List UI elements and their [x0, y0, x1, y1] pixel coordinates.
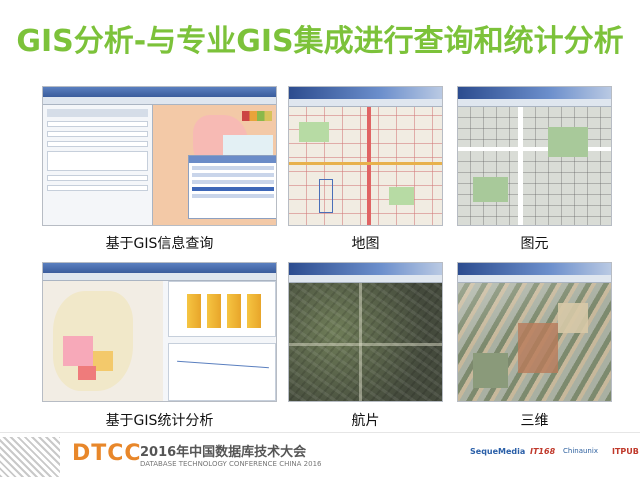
- slide-title: GIS分析-与专业GIS集成进行查询和统计分析: [16, 24, 624, 59]
- decorative-dots-icon: [0, 437, 60, 477]
- sponsor-sequemedia: SequeMedia: [470, 447, 526, 456]
- caption-vector-map: 图元: [520, 236, 549, 252]
- caption-gis-query: 基于GIS信息查询: [105, 236, 214, 252]
- caption-street-map: 地图: [351, 236, 380, 252]
- conference-title-en: DATABASE TECHNOLOGY CONFERENCE CHINA 201…: [140, 460, 322, 468]
- footer: DTCC 2016年中国数据库技术大会 DATABASE TECHNOLOGY …: [0, 432, 640, 480]
- caption-aerial-photo: 航片: [351, 413, 380, 429]
- sponsor-it168: IT168: [530, 447, 556, 456]
- caption-3d-view: 三维: [520, 413, 549, 429]
- street-map-screenshot: [288, 86, 443, 226]
- sponsor-itpub: ITPUB: [612, 447, 639, 456]
- 3d-view-screenshot: [457, 262, 612, 402]
- vector-map-screenshot: [457, 86, 612, 226]
- caption-gis-statistics: 基于GIS统计分析: [105, 413, 214, 429]
- gis-query-screenshot: [42, 86, 277, 226]
- gis-statistics-screenshot: [42, 262, 277, 402]
- aerial-photo-screenshot: [288, 262, 443, 402]
- conference-title-cn: 2016年中国数据库技术大会: [140, 445, 307, 460]
- dtcc-logo: DTCC: [72, 441, 142, 466]
- sponsor-chinaunix: Chinaunix: [563, 447, 598, 455]
